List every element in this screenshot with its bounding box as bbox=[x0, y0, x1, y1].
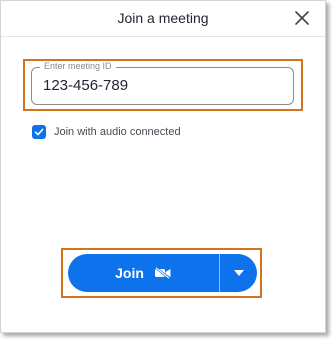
join-button-group: Join bbox=[68, 254, 257, 292]
caret-down-icon bbox=[233, 270, 244, 276]
join-meeting-dialog: Join a meeting Enter meeting ID Join wit… bbox=[0, 0, 326, 333]
audio-checkbox[interactable] bbox=[32, 125, 46, 139]
meeting-id-input[interactable] bbox=[43, 77, 283, 94]
join-options-dropdown[interactable] bbox=[220, 254, 257, 292]
meeting-id-label: Enter meeting ID bbox=[40, 61, 116, 71]
audio-option-label: Join with audio connected bbox=[54, 126, 181, 138]
join-button[interactable]: Join bbox=[68, 254, 219, 292]
video-off-icon bbox=[154, 267, 172, 279]
close-icon[interactable] bbox=[291, 7, 313, 29]
checkmark-icon bbox=[34, 128, 44, 136]
join-button-label: Join bbox=[115, 265, 144, 281]
meeting-id-field[interactable]: Enter meeting ID bbox=[31, 61, 294, 105]
audio-option-row[interactable]: Join with audio connected bbox=[32, 124, 181, 140]
dialog-titlebar: Join a meeting bbox=[1, 1, 325, 37]
dialog-title: Join a meeting bbox=[117, 10, 209, 26]
